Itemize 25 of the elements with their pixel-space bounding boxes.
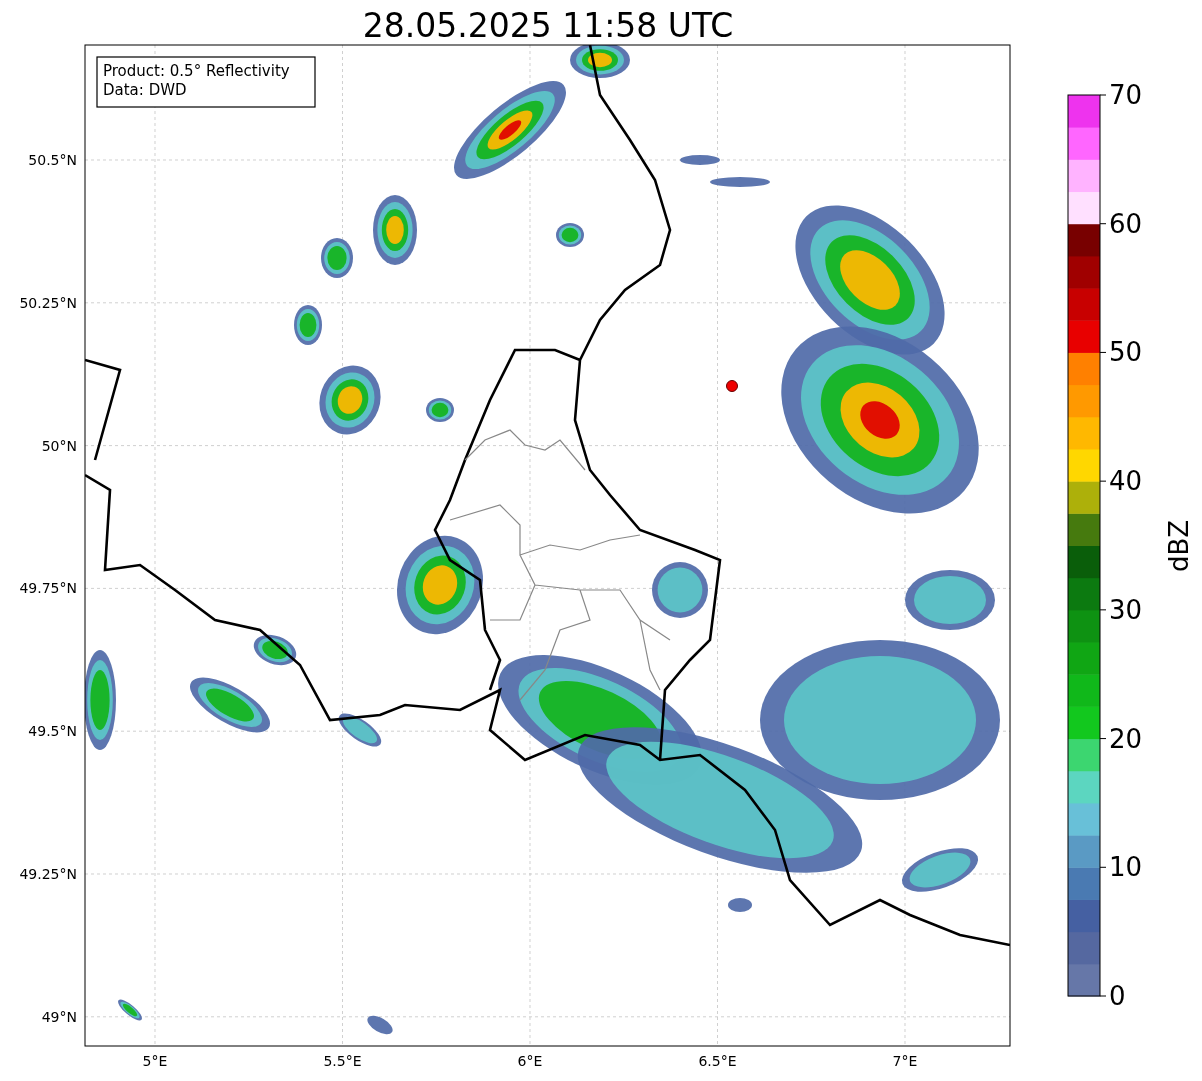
colorbar-tick-label: 40 <box>1109 466 1143 497</box>
latitude-label: 49.25°N <box>19 866 77 882</box>
longitude-label: 5°E <box>142 1053 168 1069</box>
colorbar-tick-label: 50 <box>1109 337 1143 368</box>
longitude-label: 6°E <box>517 1053 543 1069</box>
latitude-label: 49.5°N <box>28 723 77 740</box>
latitude-label: 49°N <box>41 1008 77 1025</box>
map-title: 28.05.2025 11:58 UTC <box>362 6 734 45</box>
latitude-label: 50°N <box>41 437 77 454</box>
radar-site-marker <box>726 380 738 392</box>
longitude-label: 6.5°E <box>698 1053 737 1069</box>
colorbar-tick-label: 70 <box>1109 80 1143 110</box>
latitude-label: 50.25°N <box>19 294 77 311</box>
colorbar-tick-label: 20 <box>1109 723 1143 754</box>
colorbar-label: dBZ <box>1164 519 1194 573</box>
legend-text: Data: DWD <box>103 81 187 99</box>
legend-text: Product: 0.5° Reflectivity <box>103 62 290 80</box>
latitude-label: 49.75°N <box>19 580 77 597</box>
longitude-label: 5.5°E <box>323 1053 362 1069</box>
colorbar-tick-label: 10 <box>1109 852 1143 883</box>
latitude-label: 50.5°N <box>28 152 77 168</box>
longitude-label: 7°E <box>892 1053 918 1069</box>
colorbar-tick-label: 60 <box>1109 208 1143 239</box>
colorbar-tick-label: 30 <box>1109 594 1143 625</box>
colorbar-tick-label: 0 <box>1109 981 1126 1011</box>
